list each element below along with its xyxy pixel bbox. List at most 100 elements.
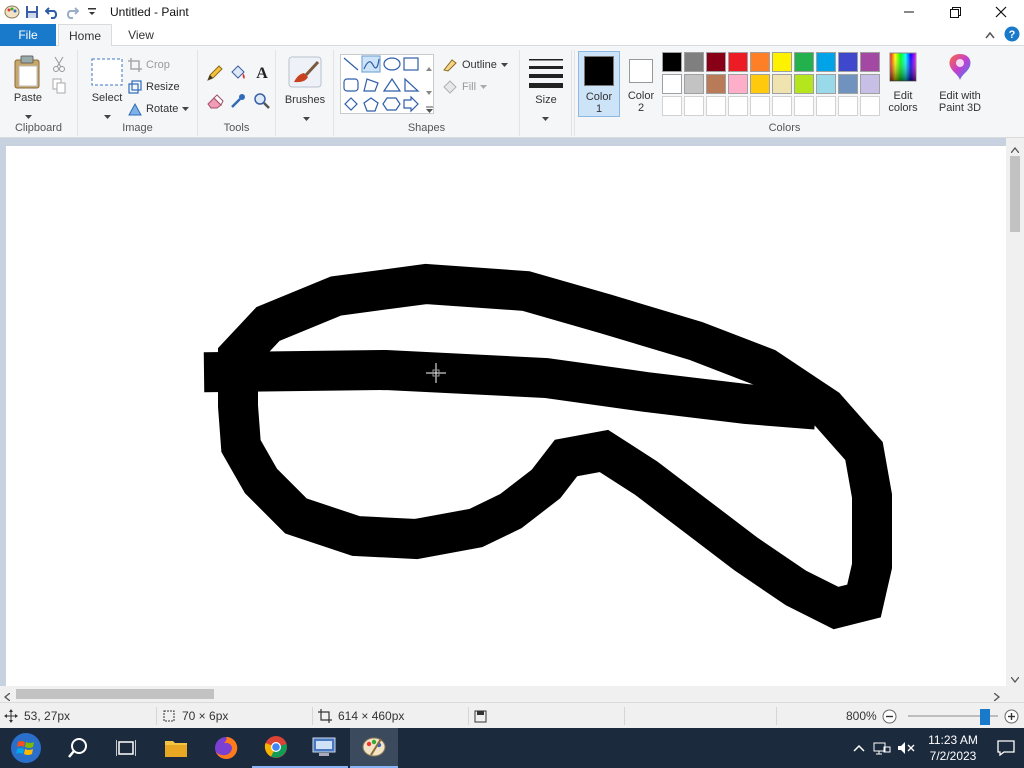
- shapes-scroll-down-icon[interactable]: [426, 84, 432, 98]
- palette-color-swatch[interactable]: [860, 52, 880, 72]
- eraser-icon[interactable]: [206, 92, 224, 113]
- firefox-icon: [215, 736, 238, 759]
- palette-color-swatch[interactable]: [838, 52, 858, 72]
- drawing-canvas[interactable]: [6, 146, 1006, 686]
- palette-custom-swatch[interactable]: [860, 96, 880, 116]
- magnifier-icon[interactable]: [253, 92, 271, 113]
- palette-color-swatch[interactable]: [662, 74, 682, 94]
- tab-file[interactable]: File: [0, 24, 56, 46]
- svg-text:A: A: [256, 65, 268, 81]
- start-button[interactable]: [2, 728, 50, 768]
- maximize-button[interactable]: [932, 0, 978, 24]
- rotate-button[interactable]: Rotate: [128, 102, 190, 116]
- shapes-gallery: [340, 54, 434, 114]
- minimize-button[interactable]: [886, 0, 932, 24]
- chrome-button[interactable]: [252, 728, 300, 768]
- paint-app-icon[interactable]: [2, 2, 22, 22]
- palette-color-swatch[interactable]: [838, 74, 858, 94]
- paint3d-label-line1: Edit with: [939, 90, 981, 102]
- palette-color-swatch[interactable]: [684, 74, 704, 94]
- palette-color-swatch[interactable]: [794, 52, 814, 72]
- taskbar-clock[interactable]: 11:23 AM 7/2/2023: [918, 732, 988, 764]
- zoom-out-icon[interactable]: [882, 709, 897, 727]
- pencil-icon[interactable]: [206, 64, 224, 85]
- palette-custom-swatch[interactable]: [794, 96, 814, 116]
- palette-custom-swatch[interactable]: [728, 96, 748, 116]
- network-app-button[interactable]: [300, 728, 348, 768]
- shapes-scroll-up-icon[interactable]: [426, 60, 432, 74]
- palette-custom-swatch[interactable]: [750, 96, 770, 116]
- title-bar: Untitled - Paint: [0, 0, 1024, 24]
- firefox-button[interactable]: [202, 728, 250, 768]
- paste-button[interactable]: Paste: [8, 52, 48, 119]
- palette-custom-swatch[interactable]: [816, 96, 836, 116]
- palette-color-swatch[interactable]: [772, 74, 792, 94]
- outline-button[interactable]: Outline: [442, 58, 508, 72]
- cut-icon[interactable]: [52, 56, 66, 75]
- paint-taskbar-button[interactable]: [350, 728, 398, 768]
- palette-color-swatch[interactable]: [728, 52, 748, 72]
- brush-icon: [288, 56, 322, 88]
- close-button[interactable]: [978, 0, 1024, 24]
- palette-custom-swatch[interactable]: [684, 96, 704, 116]
- resize-button[interactable]: Resize: [128, 80, 180, 94]
- palette-color-swatch[interactable]: [750, 74, 770, 94]
- customize-quick-access-icon[interactable]: [82, 2, 102, 22]
- palette-color-swatch[interactable]: [794, 74, 814, 94]
- edit-with-paint3d-button[interactable]: Edit with Paint 3D: [930, 50, 990, 120]
- palette-color-swatch[interactable]: [750, 52, 770, 72]
- vertical-scrollbar[interactable]: [1006, 138, 1024, 686]
- palette-color-swatch[interactable]: [772, 52, 792, 72]
- canvas-workspace[interactable]: [0, 138, 1024, 686]
- color1-button[interactable]: Color 1: [578, 51, 620, 117]
- help-icon[interactable]: ?: [1004, 26, 1020, 45]
- select-button[interactable]: Select: [84, 52, 130, 119]
- scroll-up-icon[interactable]: [1010, 142, 1020, 156]
- file-explorer-button[interactable]: [152, 728, 200, 768]
- palette-color-swatch[interactable]: [706, 74, 726, 94]
- undo-icon[interactable]: [42, 2, 62, 22]
- size-group[interactable]: Size: [520, 50, 572, 136]
- redo-icon[interactable]: [62, 2, 82, 22]
- edit-colors-button[interactable]: Edit colors: [882, 50, 924, 120]
- tab-home[interactable]: Home: [58, 24, 112, 47]
- fill-bucket-icon[interactable]: [229, 64, 247, 85]
- palette-custom-swatch[interactable]: [838, 96, 858, 116]
- quick-access-toolbar: [0, 0, 102, 24]
- tab-view[interactable]: View: [116, 24, 166, 46]
- palette-custom-swatch[interactable]: [662, 96, 682, 116]
- notifications-button[interactable]: [988, 740, 1024, 756]
- clipboard-group-label: Clipboard: [14, 122, 63, 134]
- fill-button[interactable]: Fill: [442, 80, 488, 94]
- vertical-scroll-thumb[interactable]: [1010, 156, 1020, 232]
- show-hidden-icons-icon[interactable]: [848, 744, 870, 752]
- palette-color-swatch[interactable]: [662, 52, 682, 72]
- search-button[interactable]: [54, 728, 102, 768]
- crop-button[interactable]: Crop: [128, 58, 170, 72]
- color2-button[interactable]: Color 2: [622, 51, 660, 117]
- shapes-expand-icon[interactable]: [426, 102, 433, 116]
- network-icon[interactable]: [870, 740, 894, 756]
- palette-color-swatch[interactable]: [684, 52, 704, 72]
- color-picker-icon[interactable]: [229, 92, 247, 113]
- palette-color-swatch[interactable]: [816, 74, 836, 94]
- volume-muted-icon[interactable]: [894, 740, 918, 756]
- outline-label: Outline: [462, 59, 497, 71]
- scroll-down-icon[interactable]: [1010, 672, 1020, 686]
- text-icon[interactable]: A: [253, 63, 271, 84]
- palette-color-swatch[interactable]: [706, 52, 726, 72]
- palette-color-swatch[interactable]: [816, 52, 836, 72]
- palette-custom-swatch[interactable]: [706, 96, 726, 116]
- task-view-button[interactable]: [102, 728, 150, 768]
- save-icon[interactable]: [22, 2, 42, 22]
- palette-color-swatch[interactable]: [860, 74, 880, 94]
- copy-icon[interactable]: [52, 78, 66, 97]
- zoom-slider-thumb[interactable]: [979, 709, 990, 725]
- horizontal-scrollbar[interactable]: [0, 686, 1006, 702]
- horizontal-scroll-thumb[interactable]: [16, 689, 214, 699]
- palette-custom-swatch[interactable]: [772, 96, 792, 116]
- minimize-ribbon-icon[interactable]: [984, 29, 996, 43]
- palette-color-swatch[interactable]: [728, 74, 748, 94]
- zoom-in-icon[interactable]: [1004, 709, 1019, 727]
- brushes-button[interactable]: Brushes: [282, 52, 328, 121]
